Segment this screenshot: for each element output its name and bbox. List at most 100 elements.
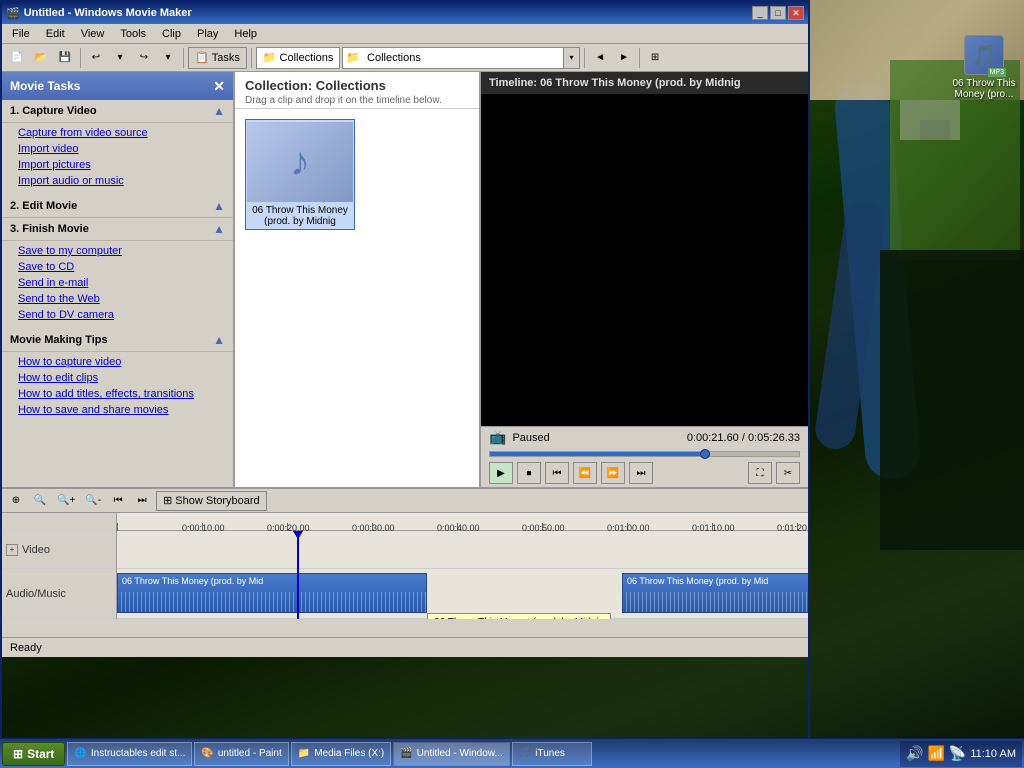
desktop-icon[interactable]: 🎵 MP3 06 Throw This Money (pro... (949, 35, 1019, 100)
bluetooth-icon[interactable]: 📡 (949, 745, 966, 762)
link-save-share[interactable]: How to save and share movies (18, 402, 225, 418)
redo-button[interactable]: ↪ (133, 47, 155, 69)
link-import-pictures[interactable]: Import pictures (18, 157, 225, 173)
minimize-button[interactable]: _ (752, 6, 768, 20)
section-capture-video[interactable]: 1. Capture Video ▲ (2, 100, 233, 123)
link-edit-clips[interactable]: How to edit clips (18, 370, 225, 386)
split-button[interactable]: ✂ (776, 462, 800, 484)
taskbar-item-media[interactable]: 📁 Media Files (X:) (291, 742, 391, 766)
network-icon[interactable]: 📶 (927, 745, 944, 762)
tl-next[interactable]: ⏭ (132, 491, 152, 511)
volume-icon[interactable]: 🔊 (906, 745, 923, 762)
section-finish-arrow: ▲ (213, 222, 225, 236)
back-button[interactable]: ◄ (589, 47, 611, 69)
next-frame-button[interactable]: ⏭ (629, 462, 653, 484)
menu-edit[interactable]: Edit (40, 26, 71, 42)
collection-item-audio[interactable]: ♪ 06 Throw This Money (prod. by Midnig (245, 119, 355, 230)
show-storyboard-button[interactable]: ⊞ Show Storyboard (156, 491, 267, 511)
section-edit-movie[interactable]: 2. Edit Movie ▲ (2, 195, 233, 218)
section-capture-links: Capture from video source Import video I… (2, 123, 233, 195)
new-button[interactable]: 📄 (6, 47, 28, 69)
timeline-tracks[interactable]: 0:00 0:00:10.00 0:00:20.00 (117, 513, 808, 619)
section-tips-links: How to capture video How to edit clips H… (2, 352, 233, 424)
fullscreen-button[interactable]: ⛶ (748, 462, 772, 484)
play-button[interactable]: ▶ (489, 462, 513, 484)
undo-dropdown[interactable]: ▾ (109, 47, 131, 69)
timeline-toolbar: ⊕ 🔍 🔍+ 🔍- ⏮ ⏭ ⊞ Show Storyboard (2, 489, 808, 513)
collections-path-input[interactable] (363, 48, 563, 68)
menu-play[interactable]: Play (191, 26, 224, 42)
tick-1m: 0:01:00.00 (627, 523, 628, 531)
tick-50s: 0:00:50.00 (542, 523, 543, 531)
section-finish-movie[interactable]: 3. Finish Movie ▲ (2, 218, 233, 241)
progress-thumb[interactable] (700, 449, 710, 459)
taskbar-item-moviemaker[interactable]: 🎬 Untitled - Window... (393, 742, 510, 766)
start-button[interactable]: ⊞ Start (2, 742, 65, 766)
tick-20s: 0:00:20.00 (287, 523, 288, 531)
tl-zoom-in[interactable]: 🔍+ (54, 491, 78, 511)
link-send-email[interactable]: Send in e-mail (18, 275, 225, 291)
close-button[interactable]: ✕ (788, 6, 804, 20)
video-expand[interactable]: + (6, 544, 18, 556)
playhead[interactable] (297, 531, 299, 619)
system-clock: 11:10 AM (970, 748, 1016, 760)
movie-tasks-header: Movie Tasks ✕ (2, 72, 233, 100)
collection-subtitle: Drag a clip and drop it on the timeline … (245, 95, 469, 106)
undo-button[interactable]: ↩ (85, 47, 107, 69)
link-send-web[interactable]: Send to the Web (18, 291, 225, 307)
link-capture-how[interactable]: How to capture video (18, 354, 225, 370)
maximize-button[interactable]: □ (770, 6, 786, 20)
prev-frame-button[interactable]: ⏮ (545, 462, 569, 484)
menu-tools[interactable]: Tools (114, 26, 152, 42)
section-edit-arrow: ▲ (213, 199, 225, 213)
total-time: 0:05:26.33 (748, 432, 800, 444)
forward-button[interactable]: ► (613, 47, 635, 69)
redo-dropdown[interactable]: ▾ (157, 47, 179, 69)
stop-button[interactable]: ⏹ (517, 462, 541, 484)
section-edit-label: 2. Edit Movie (10, 200, 77, 212)
audio-waveform-1 (118, 592, 426, 612)
moviemaker-icon: 🎬 (400, 748, 412, 759)
fast-forward-button[interactable]: ⏩ (601, 462, 625, 484)
progress-bar-container[interactable] (481, 449, 808, 459)
audio-track: 06 Throw This Money (prod. by Mid 06 Thr… (117, 569, 808, 619)
link-send-dv[interactable]: Send to DV camera (18, 307, 225, 323)
section-tips-arrow: ▲ (213, 333, 225, 347)
menu-help[interactable]: Help (228, 26, 263, 42)
collections-dropdown-arrow[interactable]: ▾ (563, 48, 579, 68)
toolbar-separator5 (639, 48, 640, 68)
playback-buttons: ▶ ⏹ ⏮ ⏪ ⏩ ⏭ ⛶ ✂ (481, 459, 808, 487)
tl-prev[interactable]: ⏮ (108, 491, 128, 511)
instructables-label: Instructables edit st... (91, 748, 186, 759)
tl-search[interactable]: 🔍 (30, 491, 50, 511)
progress-bar[interactable] (489, 451, 800, 457)
open-button[interactable]: 📂 (30, 47, 52, 69)
link-import-video[interactable]: Import video (18, 141, 225, 157)
link-capture-video-source[interactable]: Capture from video source (18, 125, 225, 141)
taskbar-item-paint[interactable]: 🎨 untitled - Paint (194, 742, 288, 766)
link-save-cd[interactable]: Save to CD (18, 259, 225, 275)
link-save-computer[interactable]: Save to my computer (18, 243, 225, 259)
movie-tasks-close[interactable]: ✕ (213, 78, 225, 95)
save-button[interactable]: 💾 (54, 47, 76, 69)
rewind-button[interactable]: ⏪ (573, 462, 597, 484)
view-button[interactable]: ⊞ (644, 47, 666, 69)
collections-nav-button[interactable]: 📁 Collections (256, 47, 341, 69)
link-import-audio[interactable]: Import audio or music (18, 173, 225, 189)
tl-zoom-out[interactable]: 🔍- (82, 491, 104, 511)
titlebar-left: 🎬 Untitled - Windows Movie Maker (6, 7, 192, 20)
toolbar-separator3 (251, 48, 252, 68)
taskbar-item-itunes[interactable]: 🎵 iTunes (512, 742, 592, 766)
audio-clip-1[interactable]: 06 Throw This Money (prod. by Mid (117, 573, 427, 613)
tl-zoom-timeline[interactable]: ⊕ (6, 491, 26, 511)
collection-items: ♪ 06 Throw This Money (prod. by Midnig (235, 109, 479, 240)
menu-file[interactable]: File (6, 26, 36, 42)
tasks-button[interactable]: 📋 Tasks (188, 47, 247, 69)
taskbar-item-instructables[interactable]: 🌐 Instructables edit st... (67, 742, 192, 766)
menu-view[interactable]: View (75, 26, 111, 42)
menu-clip[interactable]: Clip (156, 26, 187, 42)
main-content: Movie Tasks ✕ 1. Capture Video ▲ Capture… (2, 72, 808, 487)
audio-clip-2[interactable]: 06 Throw This Money (prod. by Mid (622, 573, 808, 613)
link-add-titles[interactable]: How to add titles, effects, transitions (18, 386, 225, 402)
section-tips[interactable]: Movie Making Tips ▲ (2, 329, 233, 352)
